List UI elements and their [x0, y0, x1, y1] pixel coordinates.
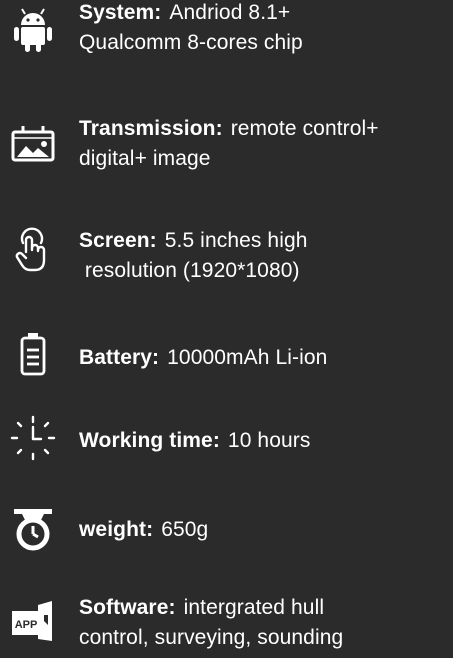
- spec-value: 5.5 inches high: [164, 229, 308, 252]
- spec-value-continued: digital+ image: [79, 147, 211, 170]
- monitor-image-icon: [8, 120, 58, 170]
- battery-icon: [8, 330, 58, 380]
- spec-value: Andriod 8.1+: [169, 1, 291, 24]
- spec-label: weight:: [79, 518, 154, 541]
- spec-label: Screen:: [79, 229, 157, 252]
- app-icon-text: APP: [15, 619, 38, 631]
- spec-value-continued: resolution (1920*1080): [79, 259, 300, 282]
- scale-icon: [8, 504, 58, 554]
- spec-value-continued: control, surveying, sounding: [79, 626, 344, 649]
- spec-value: remote control+: [230, 117, 379, 140]
- spec-label: Software:: [79, 596, 176, 619]
- spec-label: System:: [79, 1, 162, 24]
- app-icon: APP: [8, 597, 58, 647]
- spec-value-continued: Qualcomm 8-cores chip: [79, 31, 303, 54]
- timer-icon: [8, 413, 58, 463]
- spec-value: 10000mAh Li-ion: [167, 346, 328, 369]
- android-icon: [8, 4, 58, 54]
- spec-value: 650g: [161, 518, 209, 541]
- spec-value: 10 hours: [227, 429, 311, 452]
- spec-label: Transmission:: [79, 117, 223, 140]
- touch-hand-icon: [8, 224, 58, 274]
- spec-value: intergrated hull: [183, 596, 325, 619]
- spec-label: Working time:: [79, 429, 220, 452]
- spec-label: Battery:: [79, 346, 160, 369]
